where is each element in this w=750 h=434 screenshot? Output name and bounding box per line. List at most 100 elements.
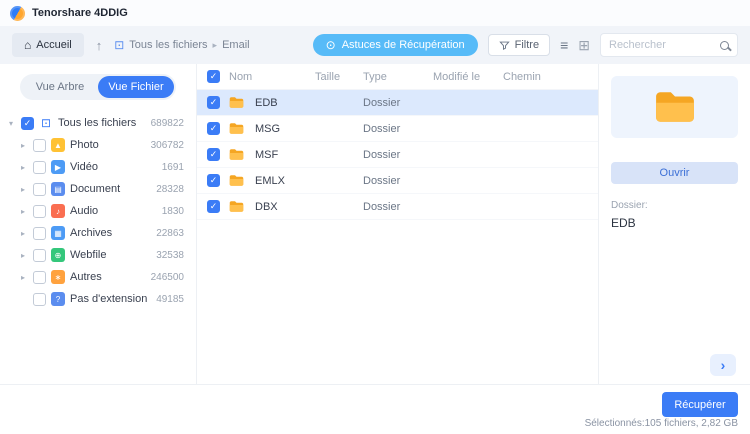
up-arrow-button[interactable]: ↑ [94,38,105,53]
autres-checkbox[interactable] [33,271,46,284]
search-input[interactable] [609,39,714,51]
file-type: Dossier [363,175,433,187]
file-table: Nom Taille Type Modifié le Chemin EDB Do… [197,64,598,384]
table-row[interactable]: EDB Dossier [197,90,598,116]
file-name: EDB [255,97,315,109]
app-title: Tenorshare 4DDIG [32,7,128,19]
expand-icon[interactable]: ▸ [18,229,28,238]
app-logo-icon [10,6,25,21]
all-files-checkbox[interactable] [21,117,34,130]
file-type: Dossier [363,123,433,135]
item-count: 689822 [151,118,192,129]
expand-icon[interactable]: ▸ [18,251,28,260]
preview-panel: Ouvrir Dossier: EDB › [598,64,750,384]
expand-icon[interactable]: ▸ [18,273,28,282]
open-button[interactable]: Ouvrir [611,162,738,184]
next-page-button[interactable]: › [710,354,736,376]
video-icon: ▶ [51,160,65,174]
column-header-type[interactable]: Type [363,71,433,83]
archive-icon: ▦ [51,226,65,240]
document-checkbox[interactable] [33,183,46,196]
expand-icon[interactable]: ▸ [18,163,28,172]
sidebar-item-photo[interactable]: ▸ ▲ Photo 306782 [6,134,192,156]
file-type-tree: ▾ ⊡ Tous les fichiers 689822 ▸ ▲ Photo 3… [0,110,196,310]
item-count: 32538 [156,250,192,261]
filter-label: Filtre [515,39,539,51]
list-view-icon[interactable]: ≡ [560,38,568,52]
column-header-size[interactable]: Taille [315,71,363,83]
file-type: Dossier [363,97,433,109]
audio-icon: ♪ [51,204,65,218]
expand-icon[interactable]: ▸ [18,207,28,216]
computer-icon: ⊡ [39,116,53,130]
column-header-name[interactable]: Nom [229,71,315,83]
tab-file-view[interactable]: Vue Fichier [98,76,174,98]
photo-icon: ▲ [51,138,65,152]
column-header-path[interactable]: Chemin [503,71,598,83]
column-header-modified[interactable]: Modifié le [433,71,503,83]
photo-checkbox[interactable] [33,139,46,152]
item-count: 22863 [156,228,192,239]
folder-icon [229,122,255,135]
sidebar-item-label: Document [70,183,151,195]
sidebar-item-pas-extension[interactable]: ? Pas d'extension 49185 [6,288,192,310]
folder-icon-large [654,90,696,124]
row-checkbox[interactable] [207,174,220,187]
table-row[interactable]: EMLX Dossier [197,168,598,194]
preview-kind-label: Dossier: [611,200,738,211]
file-name: EMLX [255,175,315,187]
grid-view-icon[interactable]: ⊞ [578,38,590,52]
sidebar-item-audio[interactable]: ▸ ♪ Audio 1830 [6,200,192,222]
tab-tree-view[interactable]: Vue Arbre [22,76,98,98]
sidebar: Vue Arbre Vue Fichier ▾ ⊡ Tous les fichi… [0,64,197,384]
row-checkbox[interactable] [207,122,220,135]
archives-checkbox[interactable] [33,227,46,240]
sidebar-item-archives[interactable]: ▸ ▦ Archives 22863 [6,222,192,244]
sidebar-item-webfile[interactable]: ▸ ⊕ Webfile 32538 [6,244,192,266]
item-count: 28328 [156,184,192,195]
footer: Récupérer Sélectionnés:105 fichiers, 2,8… [0,384,750,434]
recover-button[interactable]: Récupérer [662,392,738,417]
table-header: Nom Taille Type Modifié le Chemin [197,64,598,90]
select-all-checkbox[interactable] [207,70,220,83]
sidebar-item-label: Tous les fichiers [58,117,146,129]
sidebar-item-autres[interactable]: ▸ ∗ Autres 246500 [6,266,192,288]
others-icon: ∗ [51,270,65,284]
expand-icon[interactable]: ▸ [18,141,28,150]
preview-file-name: EDB [611,216,738,230]
file-name: MSG [255,123,315,135]
webfile-checkbox[interactable] [33,249,46,262]
video-checkbox[interactable] [33,161,46,174]
home-button[interactable]: ⌂ Accueil [12,33,84,57]
expand-icon[interactable]: ▸ [18,185,28,194]
sidebar-item-all-files[interactable]: ▾ ⊡ Tous les fichiers 689822 [6,112,192,134]
table-row[interactable]: MSG Dossier [197,116,598,142]
table-row[interactable]: DBX Dossier [197,194,598,220]
item-count: 1830 [162,206,192,217]
sidebar-item-document[interactable]: ▸ ▤ Document 28328 [6,178,192,200]
breadcrumb-separator-icon: ▸ [213,40,218,51]
audio-checkbox[interactable] [33,205,46,218]
row-checkbox[interactable] [207,148,220,161]
app-window: Tenorshare 4DDIG ⌂ Accueil ↑ ⊡ Tous les … [0,0,750,434]
file-name: DBX [255,201,315,213]
sidebar-item-label: Photo [70,139,146,151]
table-row[interactable]: MSF Dossier [197,142,598,168]
sidebar-item-label: Audio [70,205,157,217]
collapse-icon[interactable]: ▾ [6,119,16,128]
funnel-icon [499,40,510,51]
filter-button[interactable]: Filtre [488,34,550,56]
file-type: Dossier [363,149,433,161]
preview-thumbnail [611,76,738,138]
breadcrumb-current[interactable]: Email [222,39,250,51]
search-icon[interactable] [720,41,729,50]
titlebar: Tenorshare 4DDIG [0,0,750,26]
folder-icon [229,200,255,213]
sidebar-item-video[interactable]: ▸ ▶ Vidéo 1691 [6,156,192,178]
row-checkbox[interactable] [207,200,220,213]
breadcrumb-root[interactable]: Tous les fichiers [129,39,207,51]
row-checkbox[interactable] [207,96,220,109]
recovery-tips-button[interactable]: ⊙ Astuces de Récupération [313,34,478,56]
no-extension-checkbox[interactable] [33,293,46,306]
search-box[interactable] [600,33,738,57]
